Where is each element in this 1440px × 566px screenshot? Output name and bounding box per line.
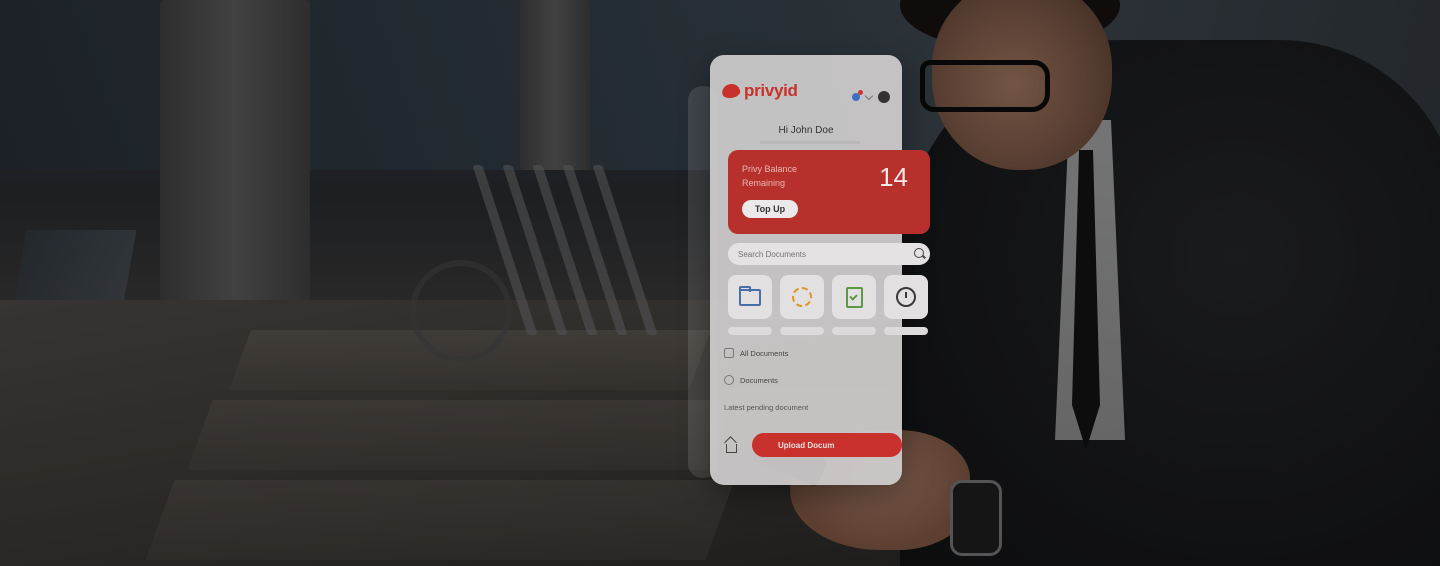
clock-icon xyxy=(896,287,916,307)
list-item-all-documents[interactable]: All Documents xyxy=(724,348,788,358)
divider xyxy=(724,390,888,391)
quick-action-signed[interactable] xyxy=(832,275,876,319)
quick-action-history[interactable] xyxy=(884,275,928,319)
list-item-label: All Documents xyxy=(740,348,789,358)
divider xyxy=(724,363,888,364)
brand-name: privyid xyxy=(744,81,798,100)
documents-icon xyxy=(724,348,734,358)
balance-amount: 14 xyxy=(879,162,908,192)
notification-icon[interactable] xyxy=(852,90,863,101)
avatar[interactable] xyxy=(878,91,890,103)
document-check-icon xyxy=(845,286,863,308)
quick-action-folder[interactable] xyxy=(728,275,772,319)
tile-label xyxy=(832,327,876,335)
quick-action-labels xyxy=(728,327,928,335)
logo-icon xyxy=(720,82,742,100)
list-item-label: Documents xyxy=(740,375,778,385)
folder-icon xyxy=(739,285,761,306)
balance-card: Privy Balance Remaining 14 Top Up xyxy=(728,150,930,234)
tile-label xyxy=(728,327,772,335)
chevron-down-icon[interactable] xyxy=(864,91,874,100)
balance-label-line2: Remaining xyxy=(742,178,786,188)
top-up-button[interactable]: Top Up xyxy=(742,200,798,218)
pending-heading: Latest pending document xyxy=(724,403,809,412)
search-input[interactable] xyxy=(728,243,930,265)
upload-document-button[interactable]: Upload Docum xyxy=(752,433,902,457)
tile-label xyxy=(780,327,824,335)
quick-actions xyxy=(728,275,928,319)
greeting: Hi John Doe xyxy=(778,125,834,136)
header-icons xyxy=(852,90,890,103)
home-icon[interactable] xyxy=(726,444,737,453)
greeting-subtext xyxy=(760,141,860,144)
quick-action-pending[interactable] xyxy=(780,275,824,319)
tile-label xyxy=(884,327,928,335)
balance-label: Privy Balance Remaining xyxy=(742,162,797,190)
list-item-documents[interactable]: Documents xyxy=(724,375,778,385)
balance-label-line1: Privy Balance xyxy=(742,164,798,174)
search-icon[interactable] xyxy=(914,248,924,258)
brand-logo: privyid xyxy=(720,81,798,101)
spinner-icon xyxy=(792,287,812,307)
document-icon xyxy=(724,375,734,385)
app-mockup: privyid Hi John Doe Privy Balance Remain… xyxy=(710,55,930,485)
